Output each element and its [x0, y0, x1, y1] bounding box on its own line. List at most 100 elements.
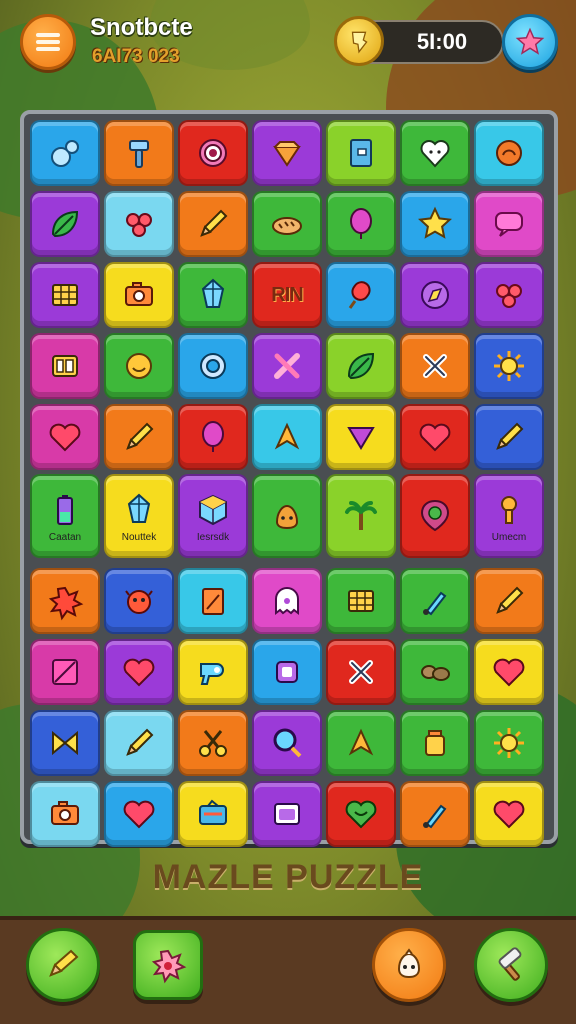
puzzle-tile[interactable]	[104, 120, 174, 186]
pencil-booster-button[interactable]	[26, 928, 100, 1002]
slash-icon	[52, 659, 78, 685]
puzzle-tile[interactable]	[104, 404, 174, 470]
puzzle-tile[interactable]	[326, 639, 396, 705]
puzzle-tile[interactable]	[178, 262, 248, 328]
tile-caption: Nouttek	[121, 531, 157, 543]
bomb-booster-button[interactable]	[133, 930, 203, 1000]
puzzle-tile[interactable]	[474, 568, 544, 634]
star-button[interactable]	[502, 14, 558, 70]
puzzle-tile[interactable]	[326, 710, 396, 776]
puzzle-tile[interactable]	[326, 120, 396, 186]
puzzle-tile[interactable]	[252, 191, 322, 257]
bubbles-icon	[51, 140, 79, 167]
puzzle-tile[interactable]	[400, 191, 470, 257]
puzzle-tile[interactable]	[474, 333, 544, 399]
puzzle-tile[interactable]	[178, 191, 248, 257]
puzzle-tile[interactable]	[178, 710, 248, 776]
tile-grid-top: RIN	[30, 120, 544, 470]
leaf-icon	[347, 352, 375, 380]
hammer-booster-button[interactable]	[474, 928, 548, 1002]
puzzle-tile[interactable]	[474, 262, 544, 328]
puzzle-tile[interactable]	[400, 262, 470, 328]
puzzle-tile[interactable]	[400, 120, 470, 186]
puzzle-tile[interactable]	[400, 474, 470, 558]
puzzle-tile[interactable]	[30, 781, 100, 847]
puzzle-tile[interactable]	[104, 568, 174, 634]
puzzle-tile[interactable]	[252, 474, 322, 558]
tools-icon	[274, 353, 300, 379]
character-button[interactable]	[372, 928, 446, 1002]
puzzle-tile[interactable]	[178, 120, 248, 186]
puzzle-tile[interactable]	[252, 333, 322, 399]
puzzle-tile[interactable]	[474, 191, 544, 257]
book-icon	[350, 139, 372, 167]
heart-face-icon	[420, 140, 450, 168]
puzzle-tile[interactable]	[30, 333, 100, 399]
puzzle-tile[interactable]	[30, 191, 100, 257]
monster-icon	[125, 590, 153, 614]
pencil-icon	[126, 728, 154, 756]
puzzle-tile[interactable]	[252, 639, 322, 705]
puzzle-tile[interactable]: Iesrsdk	[178, 474, 248, 558]
cross-icon	[349, 660, 373, 684]
puzzle-tile[interactable]	[252, 120, 322, 186]
pencil-icon	[126, 422, 154, 450]
dice-icon	[52, 355, 78, 377]
puzzle-tile[interactable]	[400, 404, 470, 470]
puzzle-tile[interactable]	[178, 639, 248, 705]
puzzle-tile[interactable]	[30, 639, 100, 705]
puzzle-tile[interactable]	[104, 781, 174, 847]
puzzle-tile[interactable]	[178, 568, 248, 634]
puzzle-tile[interactable]	[104, 333, 174, 399]
puzzle-tile[interactable]	[474, 781, 544, 847]
score-text: 6AI73 023	[92, 46, 180, 67]
puzzle-tile[interactable]	[326, 568, 396, 634]
puzzle-tile[interactable]	[178, 781, 248, 847]
puzzle-tile[interactable]	[178, 404, 248, 470]
puzzle-tile[interactable]	[104, 710, 174, 776]
puzzle-tile[interactable]	[326, 781, 396, 847]
puzzle-tile[interactable]	[400, 710, 470, 776]
puzzle-tile[interactable]	[474, 120, 544, 186]
puzzle-tile[interactable]	[326, 333, 396, 399]
arrow-icon	[274, 422, 300, 450]
puzzle-tile[interactable]	[326, 262, 396, 328]
puzzle-tile[interactable]	[326, 191, 396, 257]
puzzle-tile[interactable]: Umecm	[474, 474, 544, 558]
menu-button[interactable]	[20, 14, 76, 70]
splat-icon	[151, 949, 187, 984]
puzzle-tile[interactable]	[30, 710, 100, 776]
creature-icon	[275, 504, 299, 530]
puzzle-tile[interactable]: RIN	[252, 262, 322, 328]
puzzle-tile[interactable]	[252, 568, 322, 634]
puzzle-tile[interactable]	[30, 568, 100, 634]
crystal-icon	[201, 278, 225, 308]
puzzle-tile[interactable]	[474, 404, 544, 470]
creature-icon	[397, 948, 421, 979]
puzzle-tile[interactable]: Caatan	[30, 474, 100, 558]
puzzle-tile[interactable]	[326, 404, 396, 470]
ring-icon	[200, 353, 226, 379]
puzzle-tile[interactable]	[326, 474, 396, 558]
puzzle-tile[interactable]	[178, 333, 248, 399]
puzzle-title: MAZLE PUZZLE	[152, 858, 424, 896]
puzzle-tile[interactable]	[400, 639, 470, 705]
speech-bubble-icon	[495, 212, 523, 237]
puzzle-tile[interactable]	[252, 781, 322, 847]
puzzle-tile[interactable]	[474, 710, 544, 776]
puzzle-tile[interactable]	[252, 404, 322, 470]
puzzle-tile[interactable]	[400, 333, 470, 399]
puzzle-tile[interactable]	[400, 568, 470, 634]
star-icon	[515, 27, 545, 55]
puzzle-tile[interactable]	[104, 639, 174, 705]
bread-icon	[272, 217, 302, 235]
puzzle-tile[interactable]: Nouttek	[104, 474, 174, 558]
puzzle-tile[interactable]	[30, 404, 100, 470]
puzzle-tile[interactable]	[30, 120, 100, 186]
puzzle-tile[interactable]	[104, 191, 174, 257]
puzzle-tile[interactable]	[104, 262, 174, 328]
puzzle-tile[interactable]	[474, 639, 544, 705]
puzzle-tile[interactable]	[252, 710, 322, 776]
puzzle-tile[interactable]	[30, 262, 100, 328]
puzzle-tile[interactable]	[400, 781, 470, 847]
